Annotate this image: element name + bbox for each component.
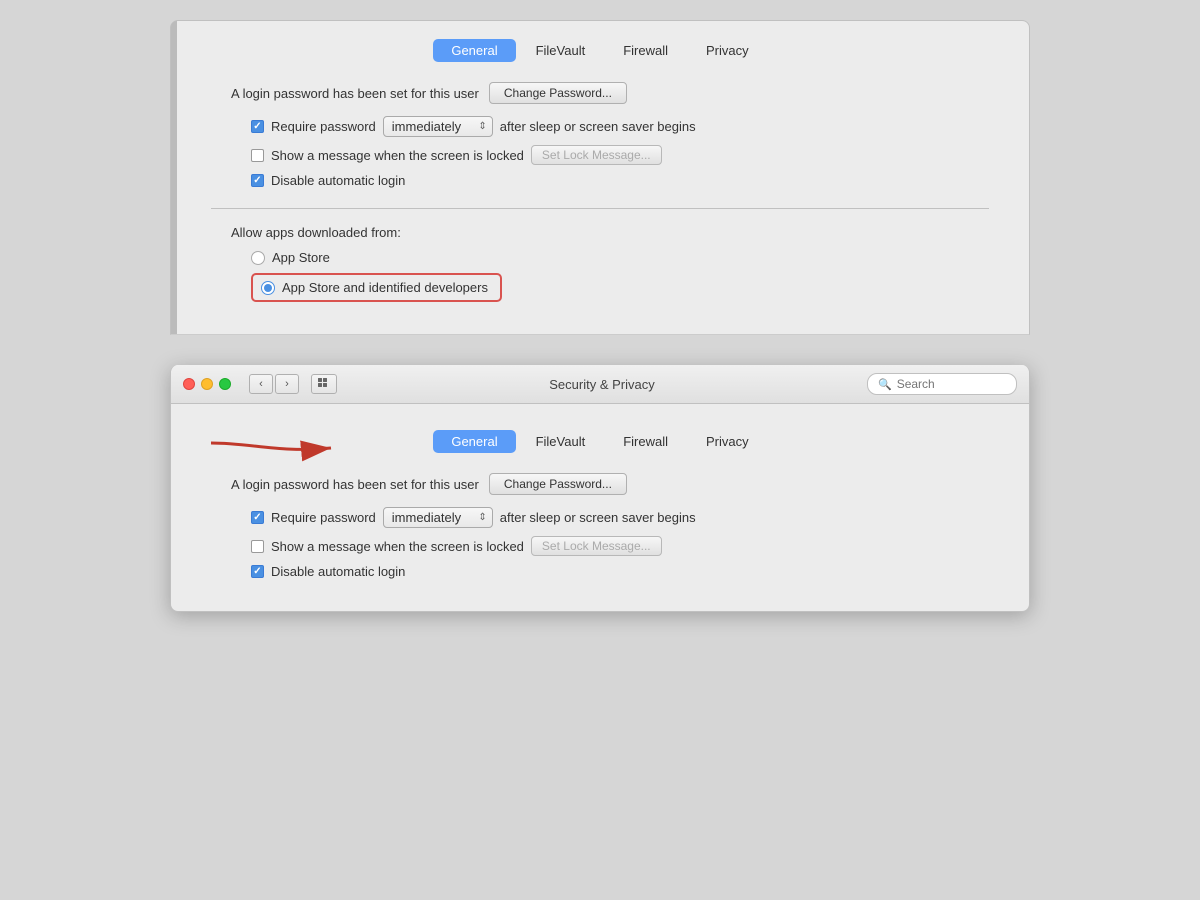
- tab-filevault-top[interactable]: FileVault: [518, 39, 604, 62]
- close-button[interactable]: [183, 378, 195, 390]
- app-store-only-radio[interactable]: [251, 251, 265, 265]
- tab-general-top[interactable]: General: [433, 39, 515, 62]
- tab-privacy-top[interactable]: Privacy: [688, 39, 767, 62]
- password-row-bottom: A login password has been set for this u…: [211, 473, 989, 495]
- disable-login-label-bottom: Disable automatic login: [271, 564, 405, 579]
- top-panel: General FileVault Firewall Privacy A log…: [170, 20, 1030, 335]
- disable-login-checkbox-bottom[interactable]: [251, 565, 264, 578]
- password-row-top: A login password has been set for this u…: [211, 82, 989, 104]
- set-lock-message-button-bottom[interactable]: Set Lock Message...: [531, 536, 662, 556]
- arrow-icon: [201, 418, 381, 468]
- grid-button[interactable]: [311, 374, 337, 394]
- show-message-row-bottom: Show a message when the screen is locked…: [211, 536, 989, 556]
- top-tab-bar: General FileVault Firewall Privacy: [211, 39, 989, 62]
- disable-login-label-top: Disable automatic login: [271, 173, 405, 188]
- show-message-label-top: Show a message when the screen is locked: [271, 148, 524, 163]
- tab-filevault-bottom[interactable]: FileVault: [518, 430, 604, 453]
- password-timing-dropdown-top[interactable]: immediately: [383, 116, 493, 137]
- require-password-label-before-bottom: Require password: [271, 510, 376, 525]
- require-password-checkbox-bottom[interactable]: [251, 511, 264, 524]
- maximize-button[interactable]: [219, 378, 231, 390]
- search-icon: 🔍: [878, 378, 892, 391]
- app-store-identified-label: App Store and identified developers: [282, 280, 488, 295]
- window-content: General FileVault Firewall Privacy A log…: [171, 404, 1029, 611]
- disable-login-row-top: Disable automatic login: [211, 173, 989, 188]
- change-password-button-bottom[interactable]: Change Password...: [489, 473, 627, 495]
- app-store-only-row: App Store: [211, 250, 989, 265]
- require-password-label-before-top: Require password: [271, 119, 376, 134]
- show-message-checkbox-top[interactable]: [251, 149, 264, 162]
- require-password-row-bottom: Require password immediately after sleep…: [211, 507, 989, 528]
- password-label-top: A login password has been set for this u…: [231, 86, 479, 101]
- title-bar: ‹ › Security & Privacy 🔍: [171, 365, 1029, 404]
- section-divider-top: [211, 208, 989, 209]
- window-title: Security & Privacy: [345, 377, 859, 392]
- app-store-identified-highlight: App Store and identified developers: [251, 273, 502, 302]
- arrow-container: [201, 418, 381, 471]
- forward-button[interactable]: ›: [275, 374, 299, 394]
- minimize-button[interactable]: [201, 378, 213, 390]
- tab-firewall-top[interactable]: Firewall: [605, 39, 686, 62]
- require-password-checkbox-top[interactable]: [251, 120, 264, 133]
- disable-login-checkbox-top[interactable]: [251, 174, 264, 187]
- traffic-lights: [183, 378, 231, 390]
- search-box[interactable]: 🔍: [867, 373, 1017, 395]
- back-button[interactable]: ‹: [249, 374, 273, 394]
- require-password-label-after-top: after sleep or screen saver begins: [500, 119, 696, 134]
- search-input[interactable]: [897, 377, 1006, 391]
- require-password-row-top: Require password immediately after sleep…: [211, 116, 989, 137]
- nav-buttons: ‹ ›: [249, 374, 299, 394]
- show-message-checkbox-bottom[interactable]: [251, 540, 264, 553]
- app-store-identified-radio[interactable]: [261, 281, 275, 295]
- require-password-label-after-bottom: after sleep or screen saver begins: [500, 510, 696, 525]
- app-store-only-label: App Store: [272, 250, 330, 265]
- show-message-row-top: Show a message when the screen is locked…: [211, 145, 989, 165]
- disable-login-row-bottom: Disable automatic login: [211, 564, 989, 579]
- change-password-button-top[interactable]: Change Password...: [489, 82, 627, 104]
- tab-firewall-bottom[interactable]: Firewall: [605, 430, 686, 453]
- tab-general-bottom[interactable]: General: [433, 430, 515, 453]
- allow-apps-label-top: Allow apps downloaded from:: [211, 225, 989, 240]
- tab-privacy-bottom[interactable]: Privacy: [688, 430, 767, 453]
- bottom-window: ‹ › Security & Privacy 🔍: [170, 365, 1030, 612]
- password-timing-dropdown-bottom[interactable]: immediately: [383, 507, 493, 528]
- app-store-identified-row: App Store and identified developers: [211, 273, 989, 302]
- show-message-label-bottom: Show a message when the screen is locked: [271, 539, 524, 554]
- password-label-bottom: A login password has been set for this u…: [231, 477, 479, 492]
- set-lock-message-button-top[interactable]: Set Lock Message...: [531, 145, 662, 165]
